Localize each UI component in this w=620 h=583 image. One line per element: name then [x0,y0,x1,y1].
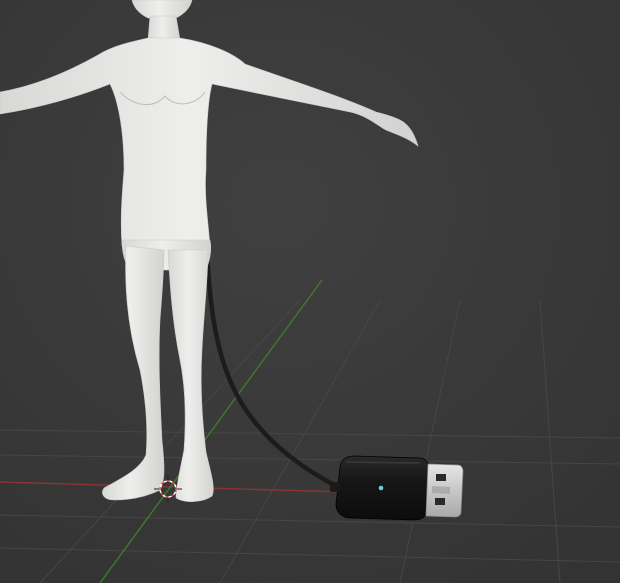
usb-cable-relief [330,482,340,492]
usb-adapter-highlight [345,461,421,464]
3d-viewport[interactable] [0,0,620,583]
character-neck [147,15,181,41]
usb-adapter[interactable] [330,455,464,521]
status-led [378,485,384,491]
usb-plug-shadow [432,486,450,494]
usb-plug-hole-bottom [435,498,445,505]
viewport-canvas[interactable] [0,0,620,583]
usb-plug-hole-top [436,474,446,481]
